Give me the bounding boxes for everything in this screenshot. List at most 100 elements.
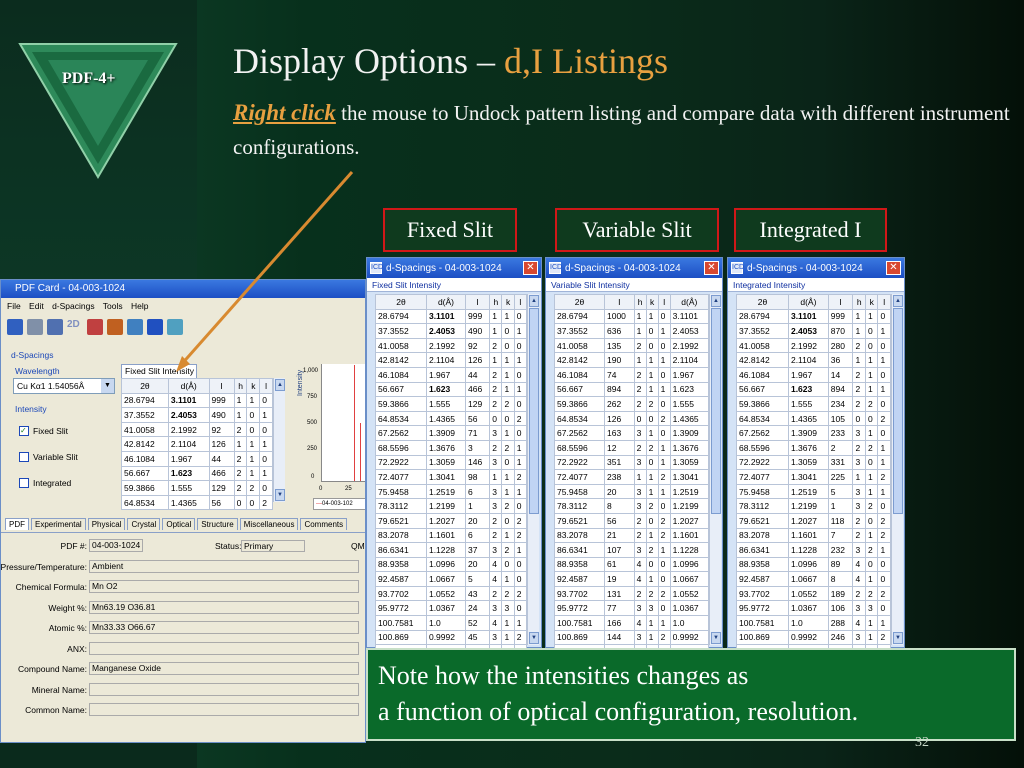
table-row[interactable]: 78.3112 8 3 2 0 1.2199 [554, 498, 710, 514]
table-row[interactable]: 83.2078 1.1601 7 2 1 2 [736, 527, 891, 544]
print-icon[interactable] [27, 319, 43, 335]
lattice-icon[interactable] [127, 319, 143, 335]
table-row[interactable]: 37.3552 2.4053 490 1 0 1 [121, 407, 273, 423]
table-row[interactable]: 67.2562 1.3909 233 3 1 0 [736, 425, 891, 441]
table-row[interactable]: 100.7581 1.0 288 4 1 1 [736, 615, 891, 631]
table-row[interactable]: 88.9358 1.0996 89 4 0 0 [736, 556, 891, 573]
graph-icon[interactable] [167, 319, 183, 335]
table-row[interactable]: 86.6341 1.1228 37 3 2 1 [375, 542, 528, 558]
clipboard-icon[interactable] [47, 319, 63, 335]
table-row[interactable]: 100.869 144 3 1 2 0.9992 [554, 629, 710, 646]
tab-integrated-intensity[interactable]: Integrated Intensity [728, 278, 904, 292]
table-row[interactable]: 56.667 1.623 466 2 1 1 [375, 381, 528, 398]
table-row[interactable]: 100.7581 1.0 52 4 1 1 [375, 615, 528, 631]
column-header[interactable]: d(Å) [167, 378, 210, 394]
tab-fixed-slit-intensity[interactable]: Fixed Slit Intensity [121, 364, 197, 378]
table-row[interactable]: 42.8142 2.1104 126 1 1 1 [375, 352, 528, 368]
table-row[interactable]: 46.1084 1.967 44 2 1 0 [375, 366, 528, 383]
table-row[interactable]: 72.4077 238 1 1 2 1.3041 [554, 469, 710, 485]
save-icon[interactable] [7, 319, 23, 335]
column-header[interactable]: h [633, 294, 647, 310]
table-row[interactable]: 72.2922 351 3 0 1 1.3059 [554, 454, 710, 471]
table-row[interactable]: 92.4587 1.0667 8 4 1 0 [736, 571, 891, 587]
column-header[interactable]: h [233, 378, 248, 394]
table-row[interactable]: 72.2922 1.3059 146 3 0 1 [375, 454, 528, 471]
table-row[interactable]: 75.9458 1.2519 6 3 1 1 [375, 483, 528, 500]
checkbox-variable-slit[interactable]: Variable Slit [19, 452, 78, 462]
tab-physical[interactable]: Physical [87, 518, 126, 530]
table-row[interactable]: 41.0058 2.1992 92 2 0 0 [375, 337, 528, 354]
tab-fixed-slit-intensity[interactable]: Fixed Slit Intensity [367, 278, 541, 292]
table-row[interactable]: 68.5596 1.3676 2 2 2 1 [736, 439, 891, 456]
table-row[interactable]: 68.5596 12 2 2 1 1.3676 [554, 439, 710, 456]
2d-icon[interactable]: 2D [67, 319, 83, 335]
column-header[interactable]: I [208, 378, 235, 394]
column-header[interactable]: 2θ [375, 294, 427, 310]
table-row[interactable]: 56.667 1.623 466 2 1 1 [121, 465, 273, 482]
tab-crystal[interactable]: Crystal [127, 518, 161, 530]
column-header[interactable]: l [259, 378, 273, 394]
inner-scrollbar[interactable]: ▲ ▼ [273, 378, 285, 502]
table-row[interactable]: 67.2562 1.3909 71 3 1 0 [375, 425, 528, 441]
column-header[interactable]: 2θ [121, 378, 169, 394]
table-row[interactable]: 28.6794 3.1101 999 1 1 0 [736, 308, 891, 325]
tab-pdf[interactable]: PDF [5, 518, 29, 530]
tab-variable-slit-intensity[interactable]: Variable Slit Intensity [546, 278, 722, 292]
scrollbar[interactable]: ▲ ▼ [891, 294, 903, 645]
column-header[interactable]: l [877, 294, 891, 310]
close-icon[interactable]: ✕ [886, 261, 901, 275]
table-row[interactable]: 100.7581 166 4 1 1 1.0 [554, 615, 710, 631]
column-header[interactable]: k [501, 294, 515, 310]
tab-optical[interactable]: Optical [162, 518, 196, 530]
window-title-bar[interactable]: ICD d-Spacings - 04-003-1024 [728, 258, 904, 278]
table-row[interactable]: 64.8534 126 0 0 2 1.4365 [554, 410, 710, 427]
table-row[interactable]: 93.7702 1.0552 43 2 2 2 [375, 585, 528, 602]
close-icon[interactable]: ✕ [704, 261, 719, 275]
table-row[interactable]: 83.2078 1.1601 6 2 1 2 [375, 527, 528, 544]
table-row[interactable]: 42.8142 2.1104 36 1 1 1 [736, 352, 891, 368]
table-row[interactable]: 59.3866 1.555 234 2 2 0 [736, 396, 891, 412]
table-row[interactable]: 83.2078 21 2 1 2 1.1601 [554, 527, 710, 544]
table-row[interactable]: 78.3112 1.2199 1 3 2 0 [736, 498, 891, 514]
table-row[interactable]: 75.9458 20 3 1 1 1.2519 [554, 483, 710, 500]
table-row[interactable]: 46.1084 74 2 1 0 1.967 [554, 366, 710, 383]
column-header[interactable]: h [852, 294, 866, 310]
table-row[interactable]: 64.8534 1.4365 105 0 0 2 [736, 410, 891, 427]
table-row[interactable]: 88.9358 1.0996 20 4 0 0 [375, 556, 528, 573]
column-header[interactable]: 2θ [736, 294, 789, 310]
tab-comments[interactable]: Comments [300, 518, 348, 530]
column-header[interactable]: d(Å) [787, 294, 829, 310]
column-header[interactable]: I [465, 294, 491, 310]
table-row[interactable]: 79.6521 1.2027 118 2 0 2 [736, 512, 891, 529]
wavelength-select[interactable]: Cu Kα1 1.54056Å ▼ [13, 378, 115, 394]
table-row[interactable]: 46.1084 1.967 44 2 1 0 [121, 450, 273, 467]
table-row[interactable]: 88.9358 61 4 0 0 1.0996 [554, 556, 710, 573]
table-row[interactable]: 68.5596 1.3676 3 2 2 1 [375, 439, 528, 456]
table-row[interactable]: 41.0058 2.1992 92 2 0 0 [121, 421, 273, 438]
table-row[interactable]: 42.8142 190 1 1 1 2.1104 [554, 352, 710, 368]
column-header[interactable]: I [827, 294, 854, 310]
checkbox-integrated[interactable]: Integrated [19, 478, 71, 488]
table-row[interactable]: 67.2562 163 3 1 0 1.3909 [554, 425, 710, 441]
table-row[interactable]: 78.3112 1.2199 1 3 2 0 [375, 498, 528, 514]
tab-structure[interactable]: Structure [197, 518, 238, 530]
table-row[interactable]: 59.3866 1.555 129 2 2 0 [375, 396, 528, 412]
table-row[interactable]: 100.869 0.9992 246 3 1 2 [736, 629, 891, 646]
table-row[interactable]: 79.6521 1.2027 20 2 0 2 [375, 512, 528, 529]
table-row[interactable]: 56.667 1.623 894 2 1 1 [736, 381, 891, 398]
table-row[interactable]: 92.4587 1.0667 5 4 1 0 [375, 571, 528, 587]
table-row[interactable]: 56.667 894 2 1 1 1.623 [554, 381, 710, 398]
table-row[interactable]: 95.9772 1.0367 24 3 3 0 [375, 600, 528, 617]
checkbox-fixed-slit[interactable]: ✓ Fixed Slit [19, 426, 68, 436]
table-row[interactable]: 100.869 0.9992 45 3 1 2 [375, 629, 528, 646]
window-title-bar[interactable]: ICD d-Spacings - 04-003-1024 [546, 258, 722, 278]
column-header[interactable]: l [513, 294, 528, 310]
table-row[interactable]: 42.8142 2.1104 126 1 1 1 [121, 436, 273, 452]
scrollbar[interactable]: ▲ ▼ [527, 294, 539, 645]
window-title-bar[interactable]: ICD d-Spacings - 04-003-1024 [367, 258, 541, 278]
structure-icon[interactable] [87, 319, 103, 335]
table-row[interactable]: 28.6794 3.1101 999 1 1 0 [375, 308, 528, 325]
table-row[interactable]: 46.1084 1.967 14 2 1 0 [736, 366, 891, 383]
table-row[interactable]: 28.6794 1000 1 1 0 3.1101 [554, 308, 710, 325]
column-header[interactable]: 2θ [554, 294, 605, 310]
